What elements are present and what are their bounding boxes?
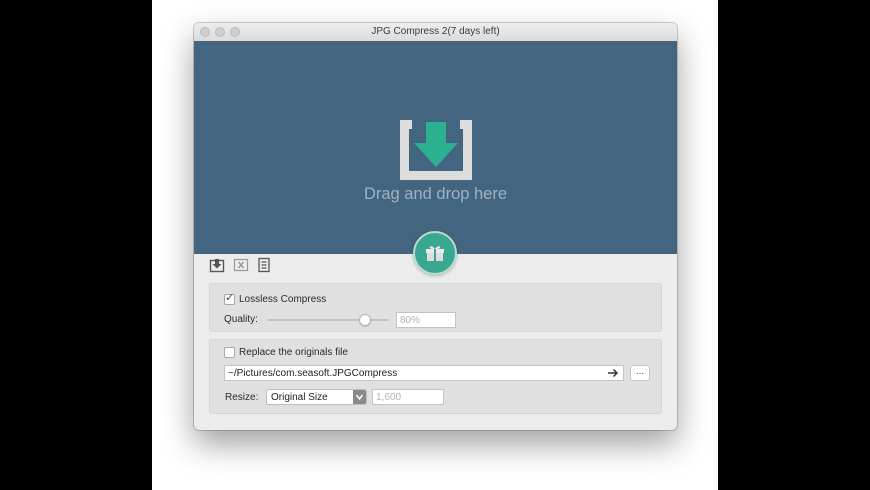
quality-value-field[interactable]: 80% <box>396 312 456 328</box>
output-path-text: ~/Pictures/com.seasoft.JPGCompress <box>228 368 398 379</box>
resize-selected-text: Original Size <box>271 392 328 403</box>
gift-box-icon <box>426 246 444 261</box>
resize-width-field[interactable]: 1,600 <box>372 389 444 405</box>
window-title: JPG Compress 2(7 days left) <box>371 26 500 37</box>
drop-hint-text: Drag and drop here <box>363 185 508 203</box>
clear-icon[interactable] <box>233 257 249 273</box>
output-path-field[interactable]: ~/Pictures/com.seasoft.JPGCompress <box>224 365 624 381</box>
chevron-down-icon <box>353 390 366 404</box>
import-icon[interactable] <box>209 257 225 273</box>
title-bar: JPG Compress 2(7 days left) <box>194 23 677 42</box>
arrow-right-icon[interactable] <box>607 368 619 378</box>
lossless-label: Lossless Compress <box>239 294 327 305</box>
quality-slider-track[interactable] <box>267 319 389 321</box>
app-window: JPG Compress 2(7 days left) Drag and dro… <box>194 23 677 430</box>
drop-download-icon <box>400 120 472 180</box>
check-mark-icon: ✓ <box>225 292 235 304</box>
browse-button[interactable]: ... <box>630 365 650 381</box>
resize-label: Resize: <box>225 392 259 403</box>
quality-slider-knob[interactable] <box>358 314 371 326</box>
compression-group: ✓ Lossless Compress Quality: 80% <box>209 283 662 332</box>
resize-select[interactable]: Original Size <box>266 389 367 405</box>
replace-originals-label: Replace the originals file <box>239 347 348 358</box>
drop-zone[interactable]: Drag and drop here <box>194 41 677 254</box>
compress-button[interactable] <box>413 231 457 275</box>
quality-label: Quality: <box>224 314 258 325</box>
list-icon[interactable] <box>256 257 272 273</box>
output-group: Replace the originals file ~/Pictures/co… <box>209 339 662 414</box>
replace-originals-checkbox[interactable] <box>224 347 235 358</box>
lossless-checkbox[interactable]: ✓ <box>224 292 235 305</box>
